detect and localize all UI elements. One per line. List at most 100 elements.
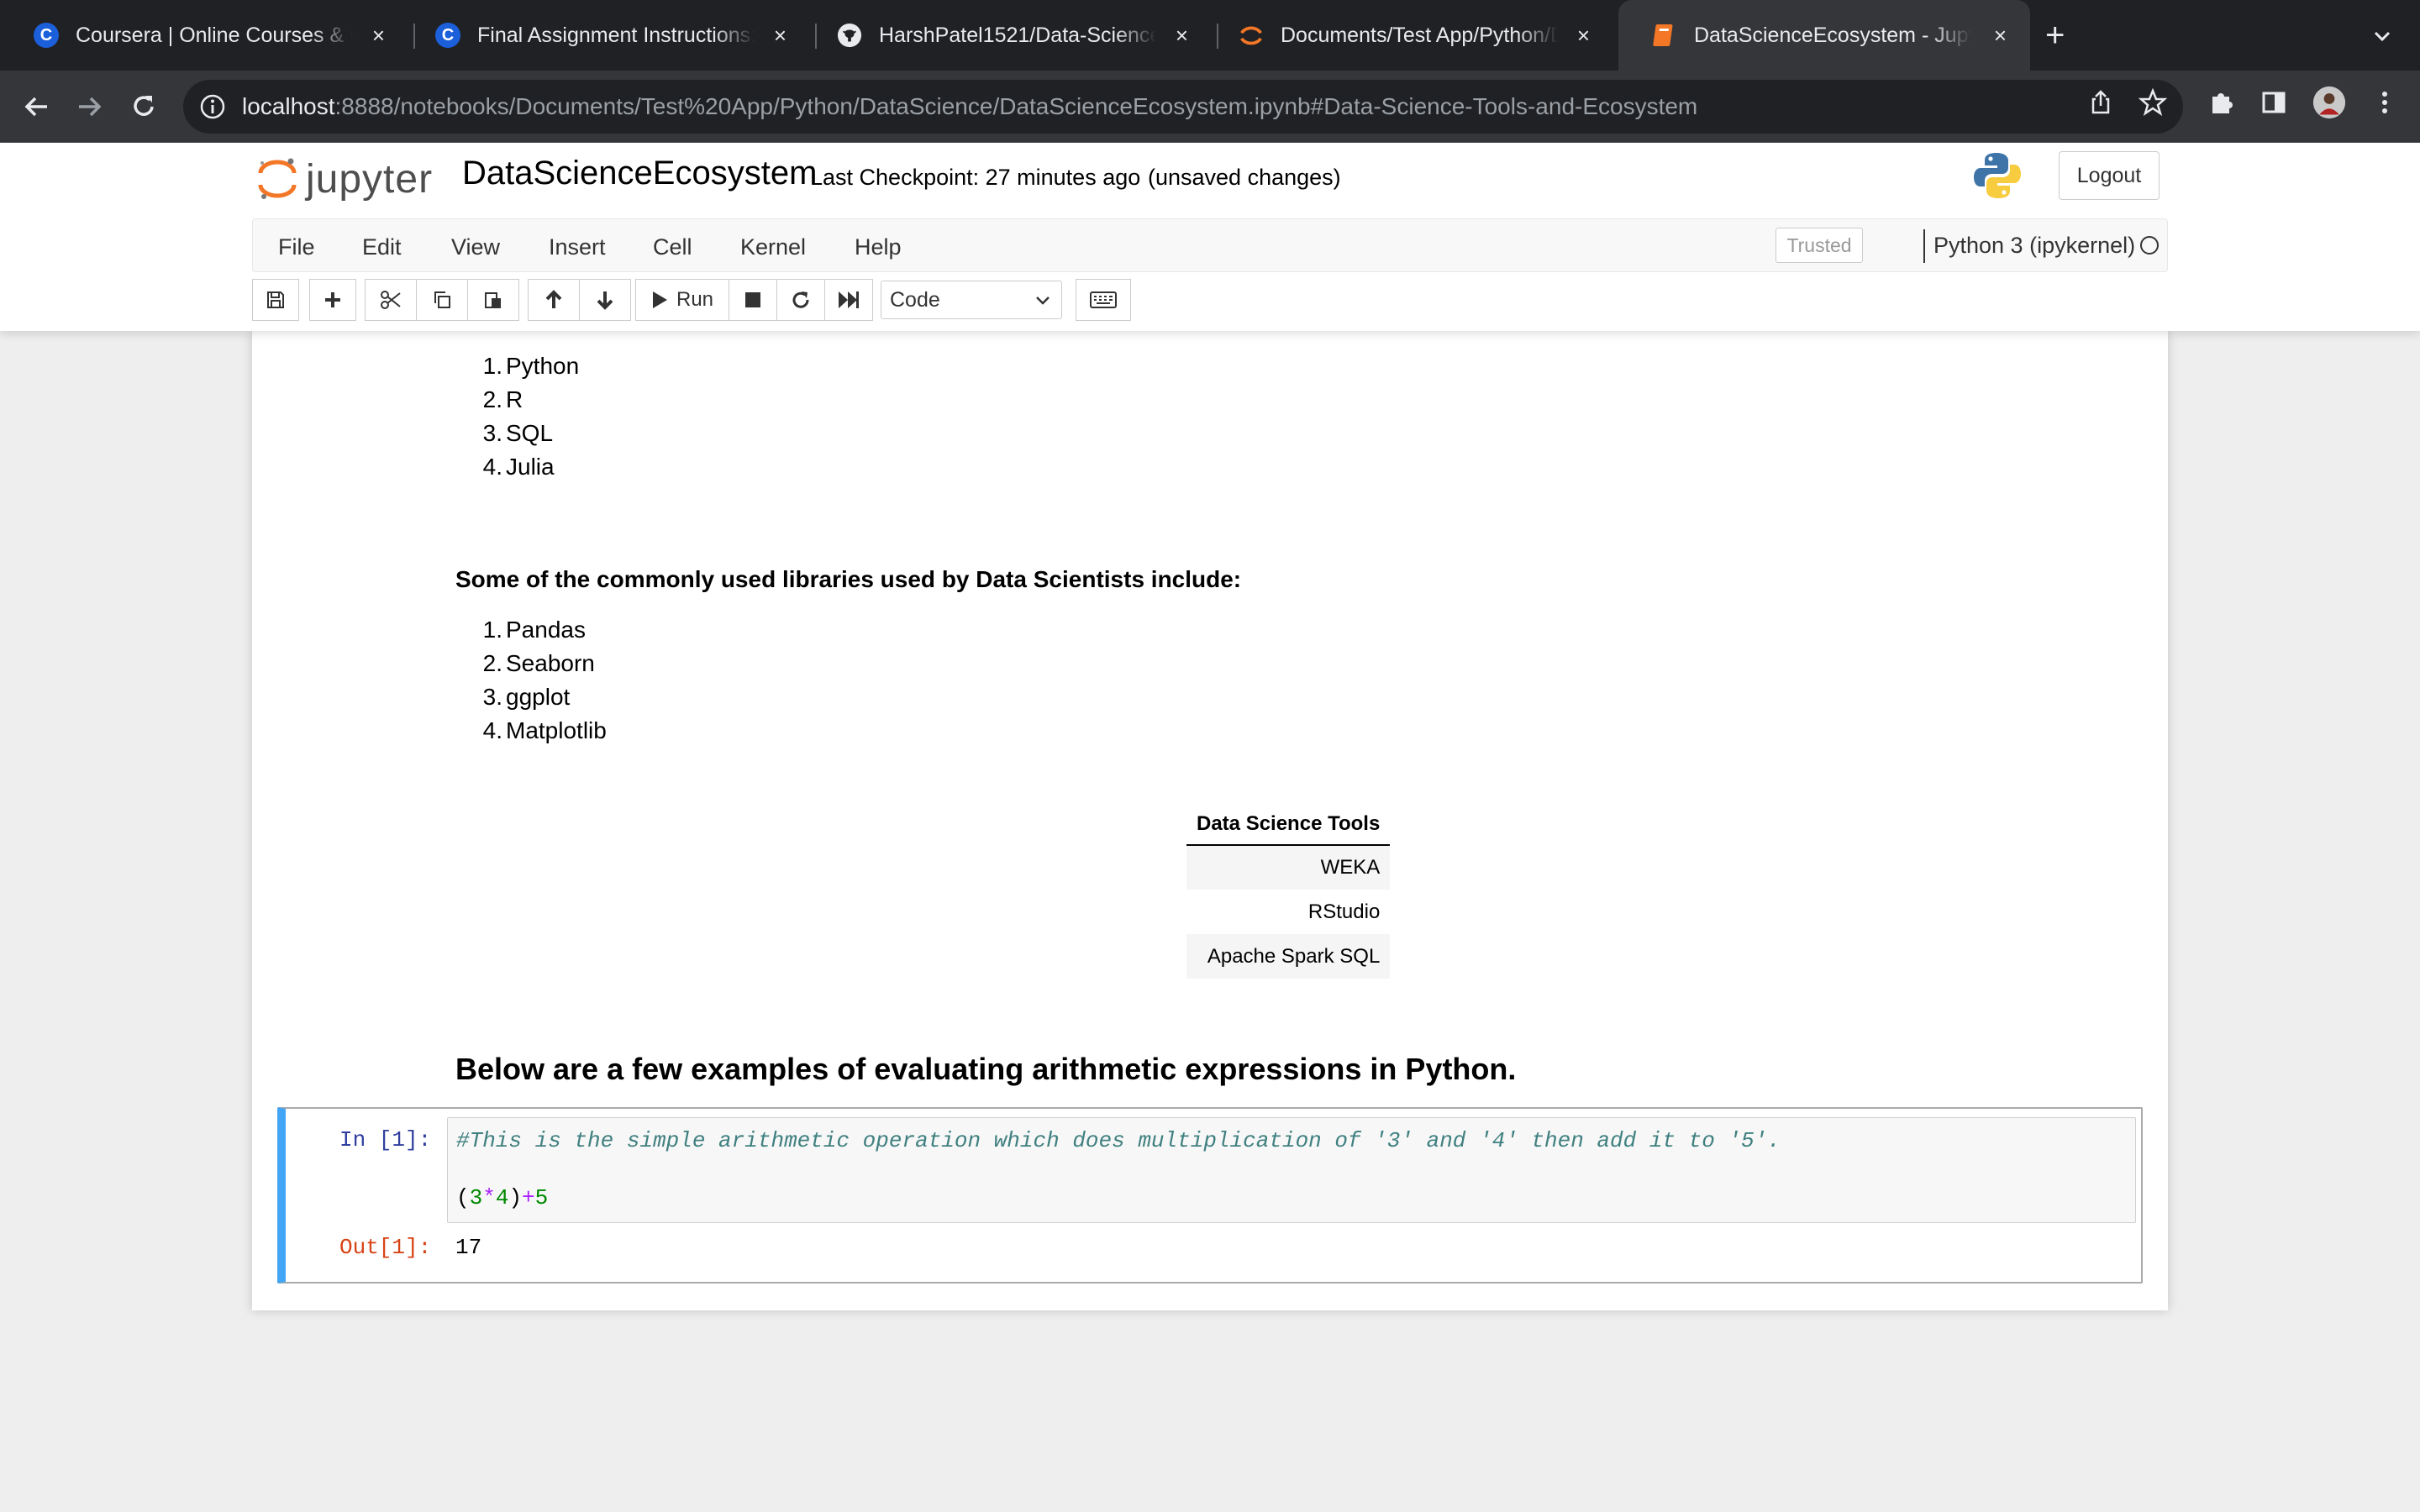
run-label: Run	[676, 288, 714, 311]
profile-avatar[interactable]	[2312, 86, 2346, 119]
back-icon[interactable]	[18, 89, 54, 124]
close-icon[interactable]: ×	[1994, 24, 2007, 46]
extensions-puzzle-icon[interactable]	[2205, 86, 2238, 119]
command-palette-button[interactable]	[1076, 279, 1131, 321]
code-cell-selected[interactable]: In [1]: #This is the simple arithmetic o…	[277, 1107, 2143, 1284]
logout-button[interactable]: Logout	[2059, 151, 2160, 200]
run-button[interactable]: Run	[635, 279, 729, 321]
jupyter-header: jupyter DataScienceEcosystem Last Checkp…	[0, 143, 2420, 331]
close-icon[interactable]: ×	[774, 24, 786, 46]
list-item: 4. Matplotlib	[482, 717, 607, 743]
code-editor[interactable]: #This is the simple arithmetic operation…	[447, 1117, 2136, 1223]
trusted-badge[interactable]: Trusted	[1776, 228, 1863, 263]
github-icon	[837, 23, 862, 48]
menu-insert[interactable]: Insert	[549, 234, 606, 260]
chevron-down-icon	[1036, 297, 1050, 305]
code-comment: #This is the simple arithmetic operation…	[456, 1128, 1781, 1153]
python-logo-icon	[1971, 150, 2023, 202]
notebook-name[interactable]: DataScienceEcosystem	[462, 155, 817, 192]
data-science-tools-table: Data Science Tools WEKA RStudio Apache S…	[1186, 803, 1391, 979]
browser-tab[interactable]: C Coursera | Online Courses & C ×	[0, 0, 408, 71]
output-prompt: Out[1]:	[339, 1235, 432, 1260]
arrow-up-icon	[545, 290, 562, 308]
tab-title: Documents/Test App/Python/D	[1281, 23, 1558, 47]
forward-icon[interactable]	[72, 89, 108, 124]
restart-run-all-button[interactable]	[824, 279, 873, 321]
tab-title: Coursera | Online Courses & C	[76, 23, 353, 47]
notebook-toolbar: Run Code	[252, 279, 1176, 326]
unsaved-changes-status: (unsaved changes)	[1148, 165, 1341, 190]
cell-type-select[interactable]: Code	[881, 281, 1062, 319]
kernel-separator	[1923, 229, 1925, 263]
menu-cell[interactable]: Cell	[653, 234, 692, 260]
site-info-icon[interactable]	[198, 92, 227, 121]
browser-tab[interactable]: Documents/Test App/Python/D ×	[1205, 0, 1613, 71]
browser-tab[interactable]: C Final Assignment Instructions: ×	[402, 0, 810, 71]
kernel-name[interactable]: Python 3 (ipykernel)	[1933, 233, 2135, 259]
paste-button[interactable]	[467, 279, 519, 321]
menu-help[interactable]: Help	[855, 234, 902, 260]
close-icon[interactable]: ×	[1577, 24, 1590, 46]
list-item: 3. SQL	[482, 420, 554, 446]
table-row: Apache Spark SQL	[1186, 934, 1391, 979]
jupyter-logo-icon	[258, 158, 297, 199]
menu-kernel[interactable]: Kernel	[740, 234, 806, 260]
interrupt-kernel-button[interactable]	[729, 279, 777, 321]
menu-edit[interactable]: Edit	[362, 234, 402, 260]
new-tab-button[interactable]: +	[2045, 18, 2065, 52]
jupyter-logo[interactable]: jupyter	[257, 155, 433, 203]
notebook-container[interactable]: 1. Python 2. R 3. SQL 4. Julia Some of the c…	[252, 331, 2168, 1310]
tab-title: DataScienceEcosystem - Jupy	[1694, 23, 1971, 47]
table-cell: WEKA	[1186, 845, 1391, 890]
side-panel-icon[interactable]	[2257, 86, 2291, 119]
cell-type-value: Code	[890, 287, 940, 312]
cut-button[interactable]	[365, 279, 417, 321]
browser-tab-active[interactable]: DataScienceEcosystem - Jupy ×	[1618, 0, 2030, 71]
arithmetic-heading: Below are a few examples of evaluating a…	[455, 1052, 1517, 1086]
kernel-idle-indicator-icon	[2140, 236, 2159, 255]
url-host: localhost	[242, 93, 335, 119]
menu-file[interactable]: File	[278, 234, 315, 260]
tab-search-chevron-icon[interactable]	[2370, 24, 2395, 49]
copy-icon	[434, 291, 450, 308]
insert-cell-button[interactable]	[309, 279, 356, 321]
stop-icon	[745, 292, 760, 307]
url-path: :8888/notebooks/Documents/Test%20App/Pyt…	[334, 93, 1698, 119]
checkpoint-status: Last Checkpoint: 27 minutes ago	[810, 165, 1141, 190]
restart-icon	[792, 291, 809, 308]
browser-menu-icon[interactable]	[2368, 86, 2402, 119]
libraries-list: 1. Pandas 2. Seaborn 3. ggplot 4. Matplotlib	[455, 613, 607, 748]
bookmark-star-icon[interactable]	[2136, 86, 2170, 119]
copy-button[interactable]	[416, 279, 468, 321]
code-expression: (3*4)+5	[456, 1185, 549, 1210]
menu-view[interactable]: View	[451, 234, 500, 260]
table-cell: Apache Spark SQL	[1186, 934, 1391, 979]
browser-tab[interactable]: HarshPatel1521/Data-Science ×	[803, 0, 1212, 71]
close-icon[interactable]: ×	[1176, 24, 1188, 46]
keyboard-icon	[1090, 291, 1117, 308]
url-text: localhost:8888/notebooks/Documents/Test%…	[242, 93, 1697, 120]
paste-icon	[485, 292, 501, 308]
move-cell-up-button[interactable]	[528, 279, 580, 321]
table-row: WEKA	[1186, 845, 1391, 890]
fast-forward-icon	[839, 291, 859, 308]
jupyter-wordmark: jupyter	[306, 156, 434, 202]
move-cell-down-button[interactable]	[579, 279, 631, 321]
list-item: 4. Julia	[482, 454, 555, 480]
coursera-icon: C	[34, 23, 59, 48]
address-bar[interactable]: localhost:8888/notebooks/Documents/Test%…	[183, 80, 2183, 134]
save-button[interactable]	[252, 279, 299, 321]
input-prompt: In [1]:	[339, 1127, 432, 1152]
table-row: RStudio	[1186, 890, 1390, 934]
notebook-icon	[1652, 23, 1677, 48]
tab-title: Final Assignment Instructions:	[477, 23, 755, 47]
list-item: 2. R	[482, 386, 523, 412]
share-icon[interactable]	[2084, 86, 2118, 119]
restart-kernel-button[interactable]	[776, 279, 825, 321]
reload-icon[interactable]	[126, 89, 161, 124]
close-icon[interactable]: ×	[372, 24, 385, 46]
libraries-heading: Some of the commonly used libraries used…	[455, 566, 1242, 592]
arrow-down-icon	[597, 291, 613, 310]
play-icon	[652, 291, 667, 308]
jupyter-icon	[1239, 23, 1264, 48]
